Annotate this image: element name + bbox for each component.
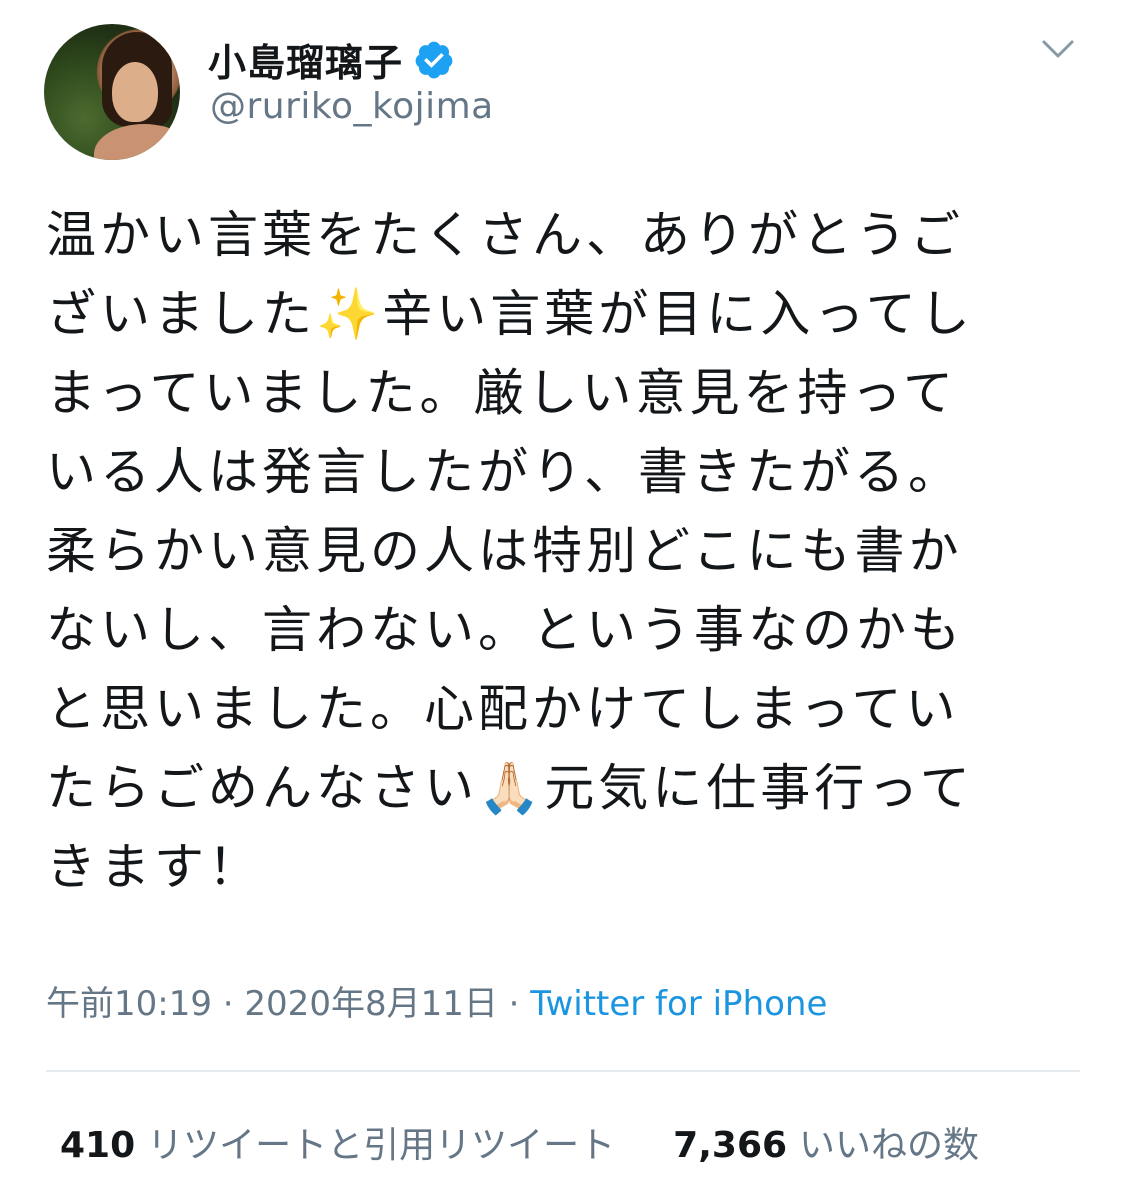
- avatar-face: [112, 62, 158, 122]
- name-row: 小島瑠璃子: [208, 32, 455, 87]
- avatar[interactable]: [44, 24, 180, 160]
- likes-count: 7,366: [673, 1125, 788, 1166]
- meta-separator: ·: [211, 984, 245, 1024]
- retweets-label: リツイートと引用リツイート: [147, 1125, 616, 1166]
- tweet-stats: 410 リツイートと引用リツイート 7,366 いいねの数: [60, 1116, 979, 1168]
- user-handle[interactable]: @ruriko_kojima: [210, 86, 494, 127]
- tweet-line: 温かい言葉をたくさん、ありがとうご: [46, 206, 964, 264]
- tweet-line: ないし、言わない。という事なのかも: [46, 601, 964, 659]
- tweet-line: 柔らかい意見の人は特別どこにも書か: [46, 522, 963, 580]
- verified-badge-icon: [413, 39, 455, 81]
- retweets-stat[interactable]: 410 リツイートと引用リツイート: [60, 1116, 615, 1168]
- tweet-line: いる人は発言したがり、書きたがる。: [46, 443, 962, 501]
- likes-stat[interactable]: 7,366 いいねの数: [673, 1116, 979, 1168]
- tweet-meta: 午前10:19 · 2020年8月11日 · Twitter for iPhon…: [46, 976, 827, 1025]
- meta-separator: ·: [497, 984, 531, 1024]
- avatar-shoulder: [94, 124, 180, 160]
- retweets-count: 410: [60, 1125, 136, 1166]
- divider: [46, 1070, 1080, 1072]
- chevron-down-icon[interactable]: [1040, 36, 1076, 62]
- tweet-source-link[interactable]: Twitter for iPhone: [530, 984, 827, 1024]
- tweet-card: 小島瑠璃子 @ruriko_kojima 温かい言葉をたくさん、ありがとうご ざ…: [0, 0, 1124, 1204]
- likes-label: いいねの数: [799, 1125, 980, 1166]
- display-name[interactable]: 小島瑠璃子: [208, 32, 403, 87]
- tweet-line: まっていました。厳しい意見を持って: [46, 364, 957, 422]
- tweet-line: と思いました。心配かけてしまってい: [46, 680, 960, 738]
- tweet-text: 温かい言葉をたくさん、ありがとうご ざいました✨辛い言葉が目に入ってし まってい…: [46, 196, 1086, 907]
- tweet-line: ざいました✨辛い言葉が目に入ってし: [46, 285, 974, 343]
- tweet-date[interactable]: 2020年8月11日: [244, 984, 497, 1024]
- tweet-time[interactable]: 午前10:19: [46, 984, 212, 1024]
- tweet-line: たらごめんなさい🙏🏻元気に仕事行って: [46, 759, 974, 817]
- tweet-line: きます！: [46, 838, 262, 896]
